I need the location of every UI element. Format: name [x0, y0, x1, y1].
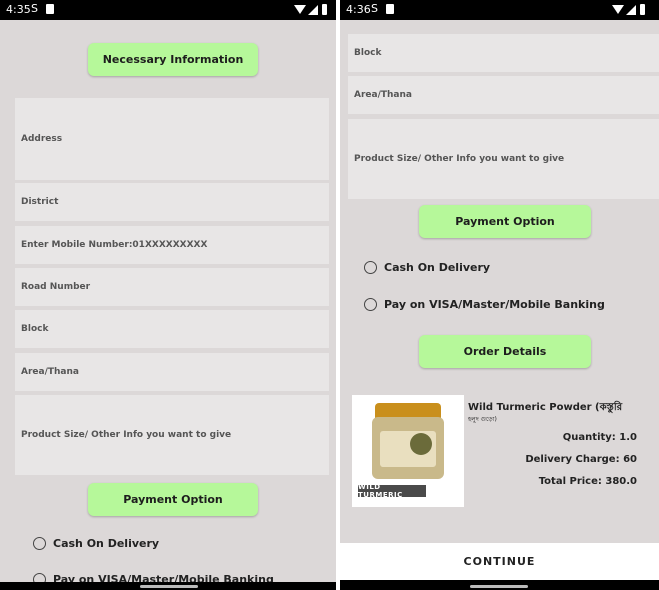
- wifi-icon: [294, 5, 306, 14]
- home-handle[interactable]: [140, 585, 198, 588]
- mobile-number-field[interactable]: Enter Mobile Number:01XXXXXXXXX: [15, 226, 329, 264]
- home-handle[interactable]: [470, 585, 528, 588]
- sim-icon: [46, 4, 54, 14]
- jar-body: [372, 417, 444, 479]
- signal-icon: [308, 5, 318, 15]
- sim-icon: [386, 4, 394, 14]
- status-time: 4:35: [6, 3, 31, 16]
- block-field[interactable]: Block: [15, 310, 329, 348]
- road-number-field[interactable]: Road Number: [15, 268, 329, 306]
- necessary-info-button[interactable]: Necessary Information: [88, 43, 258, 76]
- payment-option-button[interactable]: Payment Option: [88, 483, 258, 516]
- radio-button-icon[interactable]: [364, 298, 377, 311]
- navigation-bar: [0, 582, 336, 590]
- pay-online-option[interactable]: Pay on VISA/Master/Mobile Banking: [364, 298, 605, 311]
- status-time: 4:36: [346, 3, 371, 16]
- battery-icon: [322, 4, 327, 15]
- screen-2: 4:36 Ѕ Block Area/Thana Product Size/ Ot…: [340, 0, 659, 590]
- block-field[interactable]: Block: [348, 34, 659, 72]
- product-size-info-field[interactable]: Product Size/ Other Info you want to giv…: [348, 119, 659, 199]
- radio-button-icon[interactable]: [364, 261, 377, 274]
- product-brand-label: WILD TURMERIC: [358, 483, 426, 499]
- payment-option-button[interactable]: Payment Option: [419, 205, 591, 238]
- cash-on-delivery-option[interactable]: Cash On Delivery: [364, 261, 490, 274]
- app-s-icon: Ѕ: [371, 2, 378, 15]
- jar-seal: [410, 433, 432, 455]
- product-size-info-field[interactable]: Product Size/ Other Info you want to giv…: [15, 395, 329, 475]
- address-field[interactable]: Address: [15, 98, 329, 180]
- product-image: WILD TURMERIC: [352, 395, 464, 507]
- status-bar: 4:35 Ѕ: [0, 0, 336, 20]
- wifi-icon: [612, 5, 624, 14]
- area-thana-field[interactable]: Area/Thana: [15, 353, 329, 391]
- continue-button[interactable]: CONTINUE: [340, 543, 659, 580]
- screen-1: 4:35 Ѕ Necessary Information Address Dis…: [0, 0, 336, 590]
- radio-button-icon[interactable]: [33, 537, 46, 550]
- radio-label: Cash On Delivery: [53, 537, 160, 550]
- delivery-charge-text: Delivery Charge: 60: [525, 454, 637, 465]
- area-thana-field[interactable]: Area/Thana: [348, 76, 659, 114]
- radio-label: Cash On Delivery: [384, 261, 491, 274]
- navigation-bar: [340, 580, 659, 590]
- total-price-text: Total Price: 380.0: [538, 476, 637, 487]
- signal-icon: [626, 5, 636, 15]
- app-s-icon: Ѕ: [31, 2, 38, 15]
- order-details-button[interactable]: Order Details: [419, 335, 591, 368]
- quantity-text: Quantity: 1.0: [562, 432, 637, 443]
- radio-label: Pay on VISA/Master/Mobile Banking: [384, 298, 605, 311]
- district-field[interactable]: District: [15, 183, 329, 221]
- battery-icon: [640, 4, 645, 15]
- status-bar: 4:36 Ѕ: [340, 0, 659, 20]
- cash-on-delivery-option[interactable]: Cash On Delivery: [33, 537, 159, 550]
- product-name-line2: হলুদ গুড়ো): [468, 416, 497, 423]
